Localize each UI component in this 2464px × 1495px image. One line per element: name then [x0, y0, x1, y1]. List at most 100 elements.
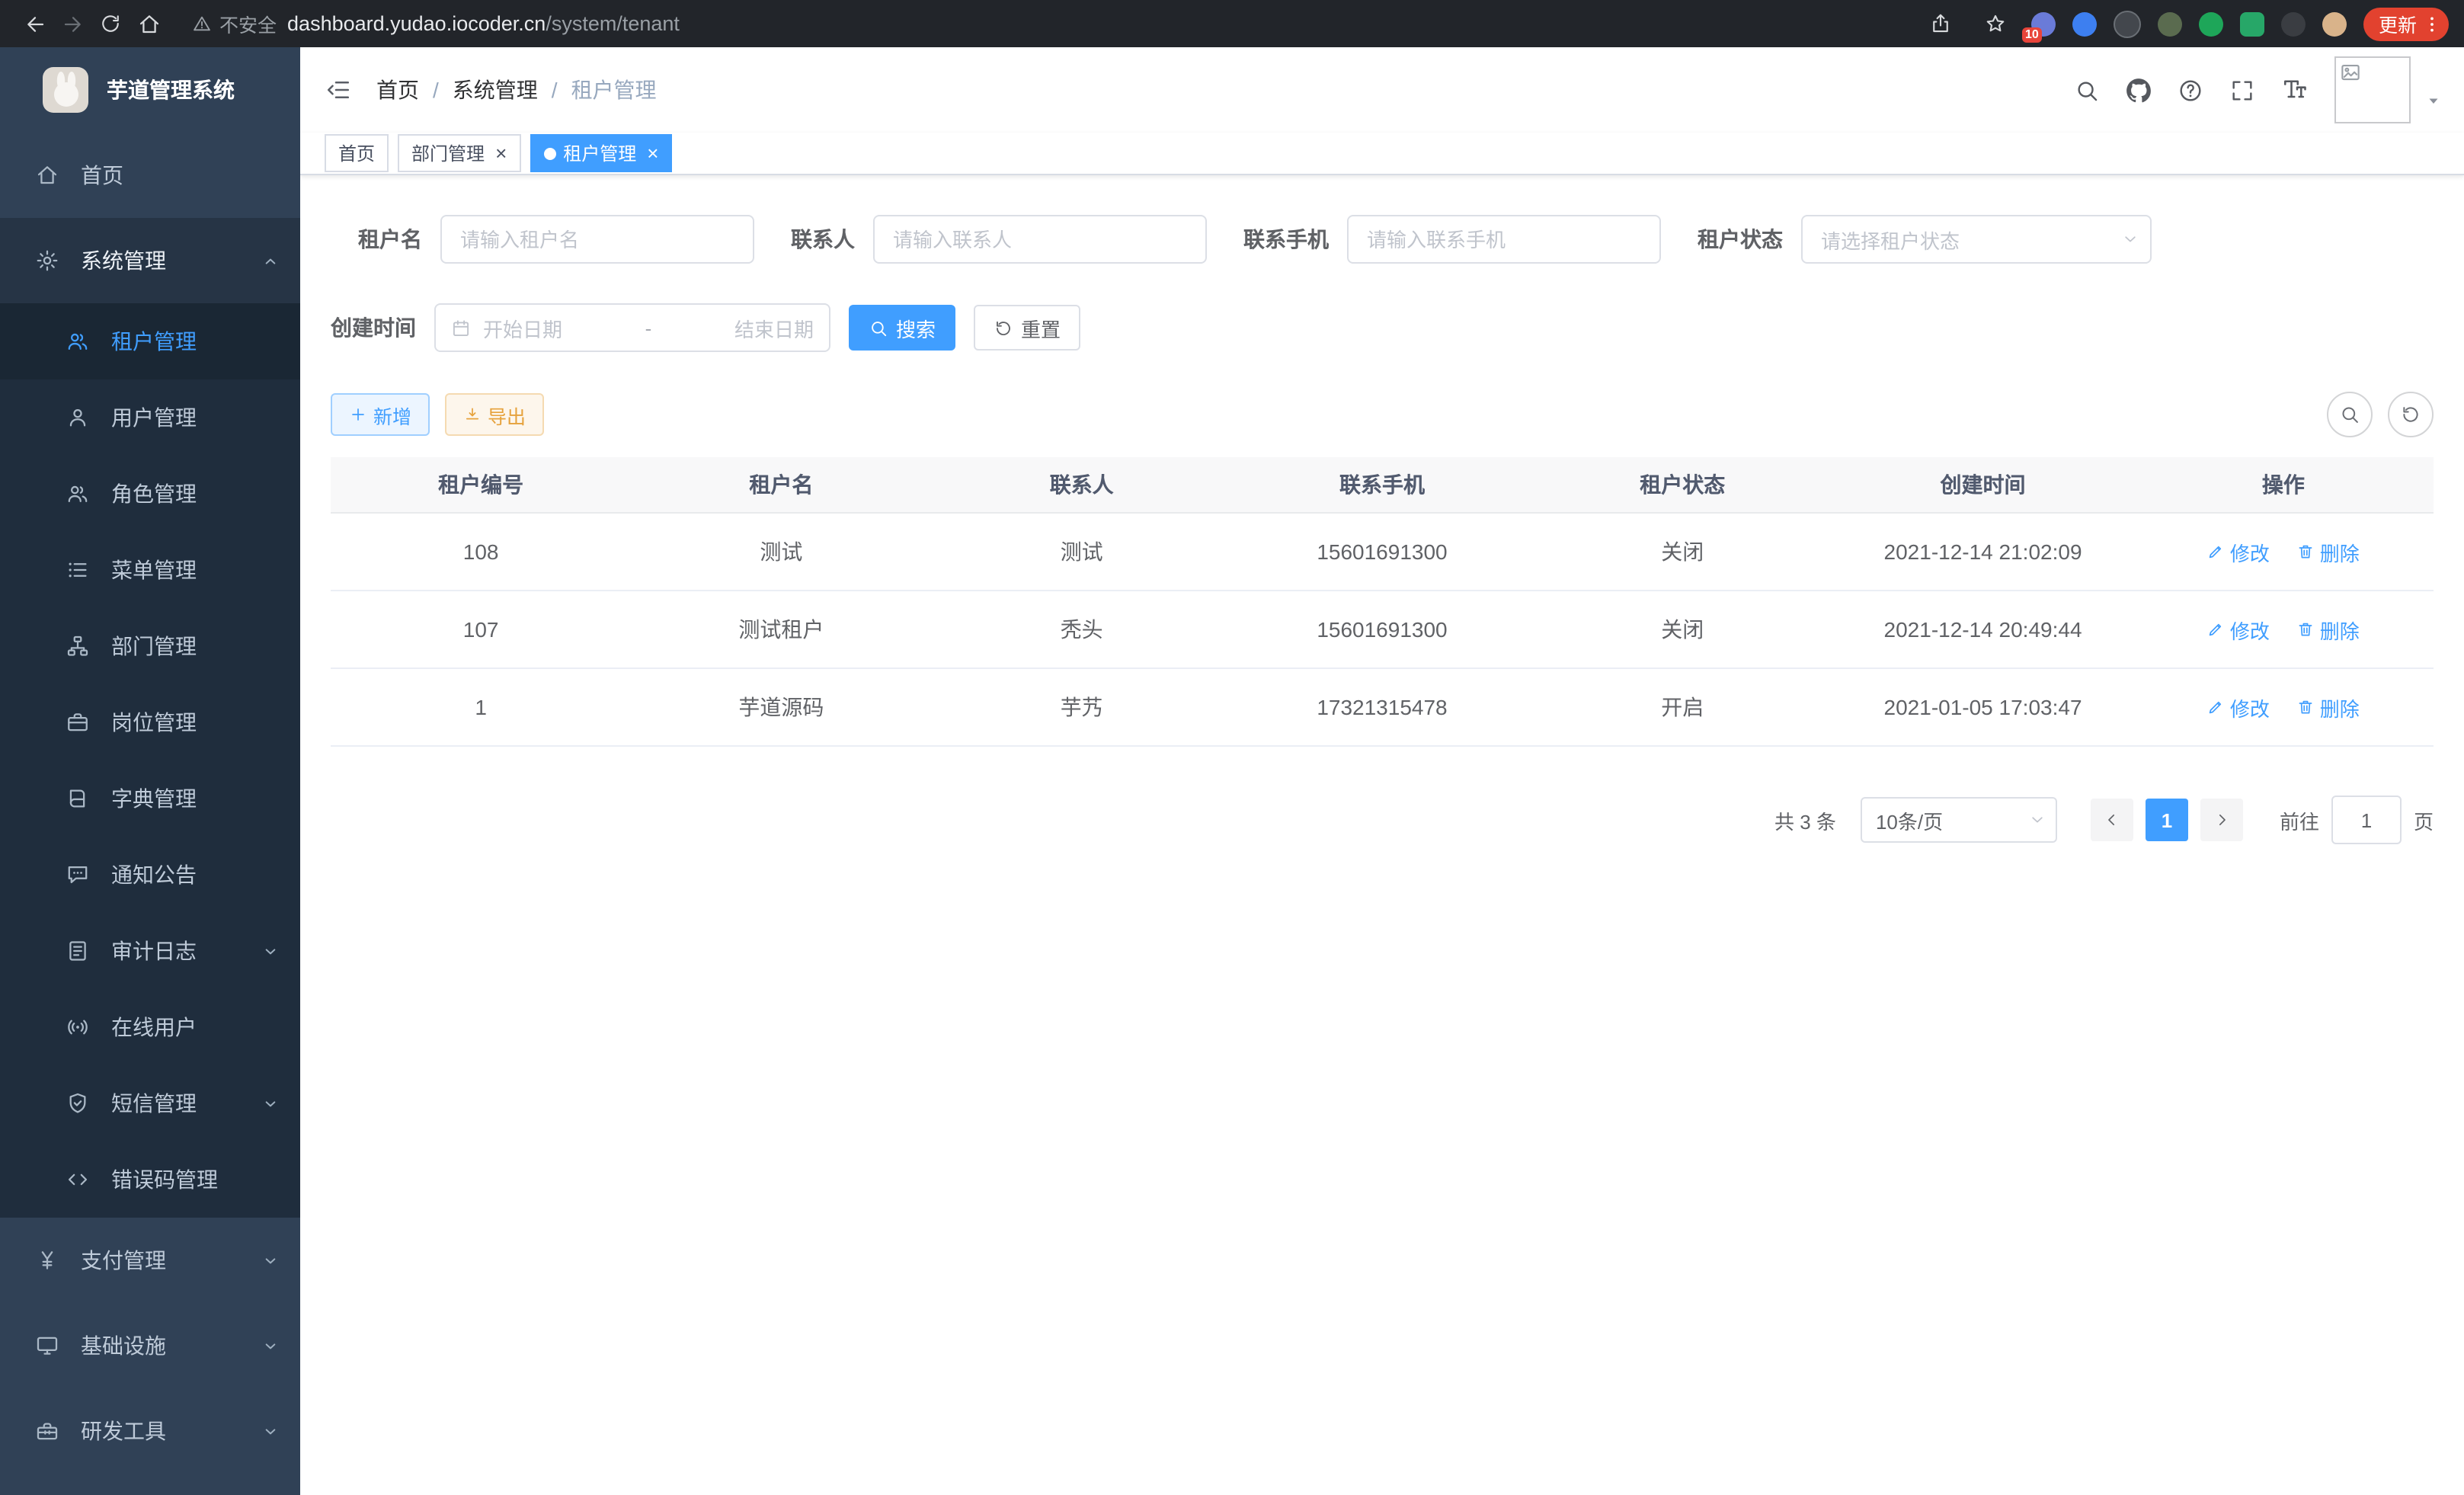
breadcrumb-system[interactable]: 系统管理 [453, 75, 538, 105]
select-placeholder: 请选择租户状态 [1821, 225, 1960, 254]
sidebar-item-notice[interactable]: 通知公告 [0, 837, 300, 913]
search-button[interactable]: 搜索 [849, 305, 955, 351]
sidebar-item-online-user[interactable]: 在线用户 [0, 989, 300, 1065]
app-logo[interactable]: 芋道管理系统 [0, 47, 300, 133]
calendar-icon [451, 318, 471, 338]
table-toolbar: 新增 导出 [331, 392, 2434, 437]
infra-monitor-icon [34, 1333, 59, 1359]
sidebar-item-dict[interactable]: 字典管理 [0, 760, 300, 837]
extension-icon[interactable] [2281, 11, 2306, 36]
chevron-down-icon [2028, 811, 2046, 829]
sidebar-item-system[interactable]: 系统管理 [0, 218, 300, 303]
sidebar-item-label: 系统管理 [81, 245, 166, 276]
browser-reload-icon[interactable] [91, 5, 130, 43]
user-icon [64, 405, 90, 431]
sidebar-item-sms[interactable]: 短信管理 [0, 1065, 300, 1141]
sidebar-item-dept[interactable]: 部门管理 [0, 608, 300, 684]
extension-icon[interactable] [2114, 10, 2141, 37]
breadcrumb-separator: / [552, 78, 558, 102]
sidebar-item-label: 字典管理 [111, 783, 197, 814]
extension-icon[interactable] [2158, 11, 2182, 36]
date-separator: - [574, 316, 722, 339]
delete-link[interactable]: 删除 [2297, 615, 2360, 644]
delete-link[interactable]: 删除 [2297, 693, 2360, 722]
breadcrumb-home[interactable]: 首页 [376, 75, 419, 105]
font-size-icon[interactable] [2281, 76, 2309, 104]
col-actions: 操作 [2133, 457, 2434, 513]
browser-forward-icon[interactable] [53, 5, 91, 43]
contact-phone-input[interactable] [1347, 215, 1661, 264]
edit-link[interactable]: 修改 [2207, 615, 2270, 644]
tab-home[interactable]: 首页 [325, 134, 389, 172]
browser-menu-dots-icon[interactable] [2421, 13, 2443, 34]
reset-button[interactable]: 重置 [974, 305, 1080, 351]
menu-list-icon [64, 557, 90, 583]
sidebar-fold-icon[interactable] [325, 76, 352, 104]
bookmark-star-icon[interactable] [1976, 5, 2014, 43]
browser-profile-avatar[interactable] [2322, 11, 2347, 36]
address-bar[interactable]: 不安全 dashboard.yudao.iocoder.cn/system/te… [192, 9, 1906, 38]
tenant-status-select[interactable]: 请选择租户状态 [1801, 215, 2152, 264]
user-avatar[interactable] [2334, 56, 2411, 123]
extension-icon[interactable] [2240, 11, 2264, 36]
sidebar-item-home[interactable]: 首页 [0, 133, 300, 218]
tab-dept[interactable]: 部门管理 × [398, 134, 520, 172]
prev-page-button[interactable] [2091, 799, 2133, 841]
cell-tenant-id: 107 [331, 591, 631, 668]
sidebar-item-audit-log[interactable]: 审计日志 [0, 913, 300, 989]
sidebar-item-post[interactable]: 岗位管理 [0, 684, 300, 760]
extension-icon[interactable]: 10 [2031, 11, 2056, 36]
sidebar-item-menu[interactable]: 菜单管理 [0, 532, 300, 608]
refresh-icon [2400, 404, 2421, 425]
edit-link[interactable]: 修改 [2207, 537, 2270, 566]
tenant-name-input[interactable] [440, 215, 754, 264]
tab-tenant[interactable]: 租户管理 × [530, 134, 672, 172]
sidebar-item-payment[interactable]: 支付管理 [0, 1218, 300, 1303]
close-icon[interactable]: × [495, 143, 507, 163]
contact-name-input[interactable] [873, 215, 1207, 264]
fullscreen-icon[interactable] [2229, 77, 2255, 103]
security-label: 不安全 [219, 9, 277, 38]
sidebar-item-error-code[interactable]: 错误码管理 [0, 1141, 300, 1218]
goto-page-input[interactable] [2331, 796, 2402, 844]
extension-icon[interactable] [2072, 11, 2097, 36]
help-icon[interactable] [2178, 77, 2203, 103]
browser-home-icon[interactable] [130, 5, 168, 43]
next-page-button[interactable] [2200, 799, 2243, 841]
close-icon[interactable]: × [647, 143, 658, 163]
cell-created: 2021-12-14 20:49:44 [1832, 591, 2133, 668]
sidebar-item-dev-tool[interactable]: 研发工具 [0, 1388, 300, 1474]
cell-contact: 测试 [932, 513, 1232, 591]
cell-tenant-name: 测试租户 [631, 591, 931, 668]
page-number-button[interactable]: 1 [2146, 799, 2188, 841]
toggle-search-button[interactable] [2327, 392, 2373, 437]
trash-icon [2297, 620, 2315, 639]
cell-actions: 修改 删除 [2133, 668, 2434, 746]
share-icon[interactable] [1922, 5, 1960, 43]
edit-link[interactable]: 修改 [2207, 693, 2270, 722]
cell-phone: 17321315478 [1232, 668, 1532, 746]
search-icon [2339, 404, 2360, 425]
browser-back-icon[interactable] [15, 5, 53, 43]
error-code-icon [64, 1167, 90, 1192]
sidebar-item-user[interactable]: 用户管理 [0, 379, 300, 456]
page-size-select[interactable]: 10条/页 [1861, 797, 2057, 843]
dict-book-icon [64, 786, 90, 812]
sidebar-item-tenant[interactable]: 租户管理 [0, 303, 300, 379]
header-search-icon[interactable] [2074, 77, 2100, 103]
export-button[interactable]: 导出 [445, 393, 544, 436]
browser-update-button[interactable]: 更新 [2363, 7, 2449, 40]
extension-icon[interactable] [2199, 11, 2223, 36]
sidebar-item-infra[interactable]: 基础设施 [0, 1303, 300, 1388]
delete-link[interactable]: 删除 [2297, 537, 2360, 566]
add-button[interactable]: 新增 [331, 393, 430, 436]
user-menu-caret-icon[interactable] [2424, 91, 2443, 110]
site-security-chip[interactable]: 不安全 [192, 9, 277, 38]
role-users-icon [64, 481, 90, 507]
refresh-table-button[interactable] [2388, 392, 2434, 437]
github-icon[interactable] [2126, 77, 2152, 103]
create-time-range-picker[interactable]: 开始日期 - 结束日期 [434, 303, 830, 352]
sidebar: 芋道管理系统 首页 系统管理 租户管理 用户管理 角色管理 [0, 47, 300, 1495]
sidebar-item-role[interactable]: 角色管理 [0, 456, 300, 532]
app-header: 首页 / 系统管理 / 租户管理 [300, 47, 2464, 133]
